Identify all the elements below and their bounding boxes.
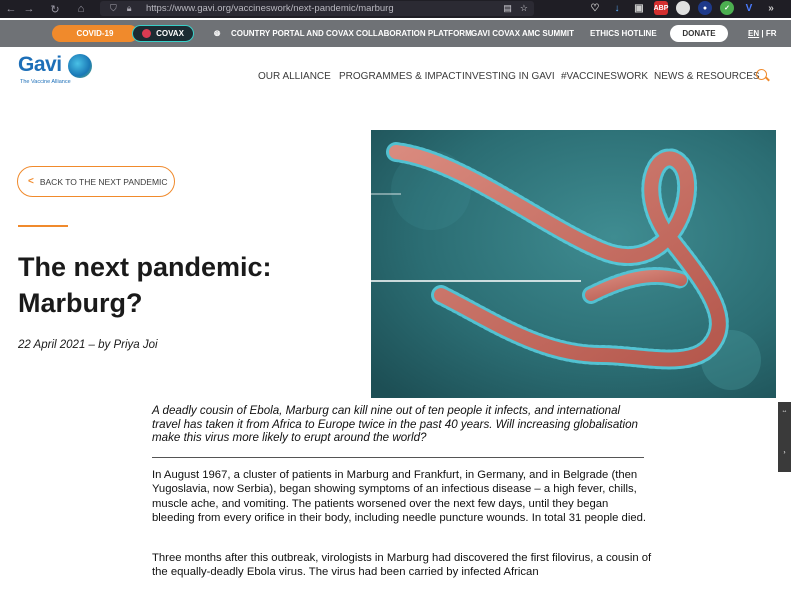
lock-icon[interactable]: 🔒︎	[127, 3, 132, 14]
gavi-logo[interactable]: Gavi The Vaccine Alliance	[18, 53, 92, 85]
share-icon: ↔	[781, 408, 788, 414]
nav-vaccineswork[interactable]: #VACCINESWORK	[561, 71, 648, 82]
language-switcher: EN | FR	[748, 29, 777, 38]
utility-bar: COVID-19 COVAX 🌐︎ COUNTRY PORTAL AND COV…	[0, 20, 791, 47]
title-line-1: The next pandemic:	[18, 252, 272, 282]
forward-arrow-icon[interactable]: →	[20, 3, 38, 15]
adblock-icon[interactable]: ABP	[654, 1, 668, 15]
logo-tagline: The Vaccine Alliance	[20, 79, 71, 85]
article-lede: A deadly cousin of Ebola, Marburg can ki…	[152, 404, 638, 445]
extension-green-icon[interactable]: ✓	[720, 1, 734, 15]
covax-logo-icon	[142, 29, 152, 38]
download-icon[interactable]: ↓	[610, 1, 624, 15]
lang-en-link[interactable]: EN	[748, 29, 759, 38]
donate-button[interactable]: DONATE	[670, 25, 728, 42]
reader-view-icon[interactable]: ▤	[503, 3, 512, 14]
nav-programmes-impact[interactable]: PROGRAMMES & IMPACT	[339, 71, 462, 82]
article-paragraph: In August 1967, a cluster of patients in…	[152, 469, 647, 525]
title-line-2: Marburg?	[18, 287, 143, 318]
logo-wordmark: Gavi	[18, 53, 62, 76]
lede-divider	[152, 457, 644, 458]
globe-logo-icon	[68, 54, 92, 78]
overflow-menu-icon[interactable]: »	[764, 1, 778, 15]
lang-fr-link[interactable]: FR	[766, 29, 777, 38]
extension-dark-icon[interactable]: ●	[698, 1, 712, 15]
covid-19-button[interactable]: COVID-19	[52, 25, 138, 42]
extensions-bar: ♡ ↓ ▣ ABP ● ✓ V »	[588, 1, 778, 15]
back-arrow-icon[interactable]: ←	[2, 3, 20, 15]
back-to-next-pandemic-button[interactable]: < BACK TO THE NEXT PANDEMIC	[17, 166, 175, 197]
hero-image-marburg-virus	[371, 130, 776, 398]
article-paragraph: Three months after this outbreak, virolo…	[152, 552, 652, 579]
nav-our-alliance[interactable]: OUR ALLIANCE	[258, 71, 331, 82]
title-accent-rule	[18, 225, 68, 227]
covax-label: COVAX	[156, 29, 184, 38]
url-text[interactable]: https://www.gavi.org/vaccineswork/next-p…	[146, 3, 394, 14]
home-icon[interactable]: ⌂	[72, 3, 90, 15]
back-button-label: BACK TO THE NEXT PANDEMIC	[39, 176, 168, 187]
expand-icon: ›	[783, 450, 786, 456]
country-portal-link[interactable]: COUNTRY PORTAL AND COVAX COLLABORATION P…	[231, 29, 472, 38]
nav-news-resources[interactable]: NEWS & RESOURCES	[654, 71, 760, 82]
shield-icon[interactable]: ⛉	[110, 3, 117, 14]
sidebar-icon[interactable]: ▣	[632, 1, 646, 15]
bookmark-star-icon[interactable]: ☆	[520, 3, 528, 14]
pocket-icon[interactable]: ♡	[588, 1, 602, 15]
address-bar[interactable]: ⛉ 🔒︎ https://www.gavi.org/vaccineswork/n…	[100, 1, 534, 16]
covax-button[interactable]: COVAX	[132, 25, 194, 42]
lang-separator: |	[761, 29, 764, 38]
browser-toolbar: ← → ↻ ⌂ ⛉ 🔒︎ https://www.gavi.org/vaccin…	[0, 0, 791, 18]
article-byline: 22 April 2021 – by Priya Joi	[18, 339, 158, 351]
chevron-left-icon: <	[28, 176, 34, 187]
reload-icon[interactable]: ↻	[46, 3, 64, 16]
extension-v-icon[interactable]: V	[742, 1, 756, 15]
amc-summit-link[interactable]: GAVI COVAX AMC SUMMIT	[471, 29, 574, 38]
nav-investing-in-gavi[interactable]: INVESTING IN GAVI	[462, 71, 555, 82]
ethics-hotline-link[interactable]: ETHICS HOTLINE	[590, 29, 657, 38]
ghost-extension-icon[interactable]	[676, 1, 690, 15]
share-side-tab[interactable]: ↔ ›	[778, 402, 791, 472]
search-icon[interactable]	[756, 69, 767, 80]
page-title: The next pandemic: Marburg?	[18, 250, 348, 322]
globe-icon: 🌐︎	[214, 29, 221, 38]
